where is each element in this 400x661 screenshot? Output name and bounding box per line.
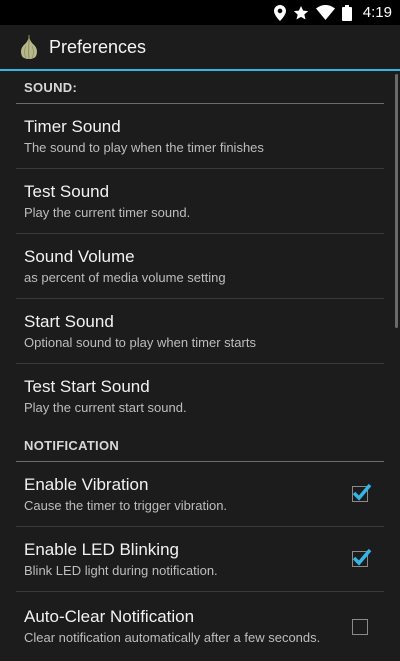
checkmark-icon xyxy=(352,548,372,566)
pref-enable-vibration[interactable]: Enable Vibration Cause the timer to trig… xyxy=(16,462,384,527)
preferences-list[interactable]: SOUND: Timer Sound The sound to play whe… xyxy=(0,71,400,661)
pref-test-start-sound[interactable]: Test Start Sound Play the current start … xyxy=(16,364,384,429)
pref-summary: Cause the timer to trigger vibration. xyxy=(24,497,228,513)
page-title: Preferences xyxy=(49,37,147,57)
star-icon xyxy=(293,5,309,21)
pref-summary: Play the current start sound. xyxy=(24,400,187,415)
status-bar: 4:19 xyxy=(0,0,400,25)
pref-test-sound[interactable]: Test Sound Play the current timer sound. xyxy=(16,169,384,234)
action-bar: Preferences xyxy=(0,25,400,70)
pref-title: Start Sound xyxy=(24,311,114,331)
pref-start-sound[interactable]: Start Sound Optional sound to play when … xyxy=(16,299,384,364)
battery-icon xyxy=(341,4,352,21)
auto-clear-checkbox[interactable] xyxy=(352,618,368,635)
checkmark-icon xyxy=(352,483,372,501)
pref-title: Sound Volume xyxy=(24,246,135,266)
pref-summary: as percent of media volume setting xyxy=(24,269,226,285)
scrollbar[interactable] xyxy=(395,74,398,328)
vibration-checkbox[interactable] xyxy=(352,483,372,502)
led-blinking-checkbox[interactable] xyxy=(352,548,372,567)
section-header-notification: NOTIFICATION xyxy=(16,429,384,462)
pref-summary: Play the current timer sound. xyxy=(24,204,191,220)
pref-sound-volume[interactable]: Sound Volume as percent of media volume … xyxy=(16,234,384,299)
pref-title: Enable Vibration xyxy=(24,474,149,494)
pref-title: Auto-Clear Notification xyxy=(24,607,195,626)
pref-enable-led-blinking[interactable]: Enable LED Blinking Blink LED light duri… xyxy=(16,527,384,592)
pref-title: Test Start Sound xyxy=(24,377,150,396)
pref-title: Timer Sound xyxy=(24,116,121,136)
pref-summary: Blink LED light during notification. xyxy=(24,562,218,578)
pref-summary: The sound to play when the timer finishe… xyxy=(24,139,264,155)
pref-title: Test Sound xyxy=(24,181,110,201)
pref-summary: Clear notification automatically after a… xyxy=(24,630,321,645)
pref-auto-clear-notification[interactable]: Auto-Clear Notification Clear notificati… xyxy=(16,592,384,661)
pref-title: Enable LED Blinking xyxy=(24,539,179,559)
location-icon xyxy=(273,4,286,21)
garlic-app-icon[interactable] xyxy=(18,34,40,61)
section-header-sound: SOUND: xyxy=(16,71,384,104)
status-time: 4:19 xyxy=(362,4,392,21)
pref-timer-sound[interactable]: Timer Sound The sound to play when the t… xyxy=(16,104,384,169)
wifi-icon xyxy=(315,5,335,20)
pref-summary: Optional sound to play when timer starts xyxy=(24,334,256,350)
